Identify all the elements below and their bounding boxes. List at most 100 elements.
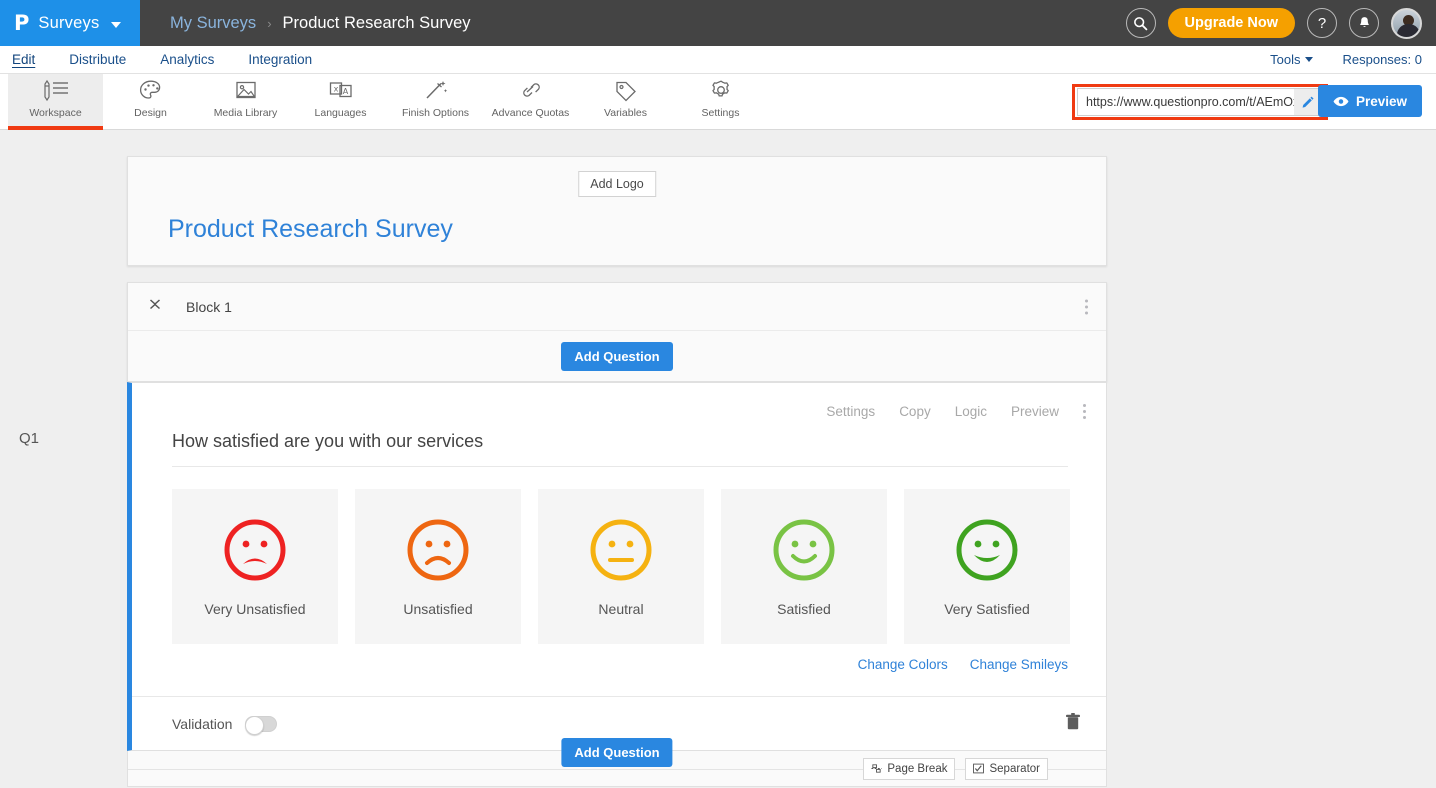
svg-text:x: x (333, 85, 338, 94)
sad-face-icon (405, 517, 471, 583)
toolbar-item-media-library[interactable]: Media Library (198, 74, 293, 129)
nav-right-group: Tools Responses: 0 (1270, 52, 1422, 67)
happy-face-icon (771, 517, 837, 583)
block-add-question-row: Add Question (128, 331, 1106, 381)
preview-survey-button[interactable]: Preview (1318, 85, 1422, 117)
upgrade-now-button[interactable]: Upgrade Now (1168, 8, 1295, 38)
tab-edit[interactable]: Edit (12, 53, 35, 67)
brand-label: Surveys (38, 14, 99, 33)
smiley-customize-links: Change Colors Change Smileys (132, 644, 1106, 672)
footer-insert-group: Page Break Separator (863, 758, 1048, 780)
header-actions: Upgrade Now ? (1126, 0, 1422, 46)
rating-option-neutral[interactable]: Neutral (538, 489, 704, 644)
rating-label: Neutral (598, 601, 643, 617)
main-nav: Edit Distribute Analytics Integration To… (0, 46, 1436, 74)
very-sad-face-icon (222, 517, 288, 583)
link-icon (518, 79, 544, 103)
brand-home-link[interactable]: P Surveys (0, 0, 140, 46)
breadcrumb: My Surveys › Product Research Survey (170, 14, 471, 33)
separator-label: Separator (989, 763, 1040, 775)
smiley-rating-scale: Very Unsatisfied Unsatisfied (132, 467, 1106, 644)
workspace-icon (41, 79, 71, 103)
avatar[interactable] (1391, 8, 1422, 39)
rating-label: Unsatisfied (403, 601, 472, 617)
rating-option-very-unsatisfied[interactable]: Very Unsatisfied (172, 489, 338, 644)
svg-text:A: A (342, 87, 348, 96)
breadcrumb-current: Product Research Survey (283, 14, 471, 33)
tab-distribute[interactable]: Distribute (69, 53, 126, 67)
toolbar-label: Variables (604, 107, 647, 119)
search-icon (1133, 16, 1148, 31)
validation-toggle[interactable] (245, 716, 277, 732)
rating-label: Very Unsatisfied (204, 601, 305, 617)
question-footer-bar: Add Question Page Break Separator (127, 751, 1107, 787)
question-mark-icon: ? (1318, 15, 1326, 32)
chevron-down-icon[interactable] (111, 22, 121, 28)
rating-label: Satisfied (777, 601, 831, 617)
image-icon (233, 79, 259, 103)
palette-icon (138, 79, 164, 103)
separator-button[interactable]: Separator (965, 758, 1048, 780)
rating-option-very-satisfied[interactable]: Very Satisfied (904, 489, 1070, 644)
survey-url-field[interactable]: https://www.questionpro.com/t/AEmOxa (1077, 88, 1323, 116)
add-logo-button[interactable]: Add Logo (578, 171, 656, 197)
question-card: Settings Copy Logic Preview How satisfie… (127, 382, 1107, 751)
survey-sheet: Add Logo Product Research Survey Block 1… (127, 156, 1107, 787)
tab-integration[interactable]: Integration (248, 53, 312, 67)
add-question-button-top[interactable]: Add Question (561, 342, 672, 371)
rating-option-satisfied[interactable]: Satisfied (721, 489, 887, 644)
responses-count: Responses: 0 (1343, 52, 1423, 67)
toolbar-label: Advance Quotas (492, 107, 570, 119)
wand-icon (423, 79, 449, 103)
toolbar-label: Finish Options (402, 107, 469, 119)
toolbar-item-settings[interactable]: Settings (673, 74, 768, 129)
page-break-label: Page Break (887, 763, 947, 775)
toolbar-item-languages[interactable]: x A Languages (293, 74, 388, 129)
toolbar-item-advance-quotas[interactable]: Advance Quotas (483, 74, 578, 129)
question-copy-link[interactable]: Copy (899, 404, 931, 419)
block-menu-button[interactable] (1085, 299, 1088, 314)
toolbar-item-design[interactable]: Design (103, 74, 198, 129)
chevron-down-icon (1305, 57, 1313, 62)
questionpro-logo-icon: P (14, 13, 29, 34)
page-break-icon (871, 763, 882, 774)
rating-option-unsatisfied[interactable]: Unsatisfied (355, 489, 521, 644)
separator-icon (973, 763, 984, 774)
collapse-chevrons-icon[interactable] (148, 296, 162, 317)
question-settings-link[interactable]: Settings (826, 404, 875, 419)
very-happy-face-icon (954, 517, 1020, 583)
add-question-button-bottom[interactable]: Add Question (561, 738, 672, 767)
survey-url-highlight: https://www.questionpro.com/t/AEmOxa (1072, 84, 1328, 120)
question-logic-link[interactable]: Logic (955, 404, 987, 419)
toolbar-item-finish-options[interactable]: Finish Options (388, 74, 483, 129)
rating-label: Very Satisfied (944, 601, 1030, 617)
change-colors-link[interactable]: Change Colors (858, 657, 948, 672)
help-button[interactable]: ? (1307, 8, 1337, 38)
toolbar-label: Media Library (214, 107, 278, 119)
gear-icon (708, 79, 734, 103)
breadcrumb-my-surveys[interactable]: My Surveys (170, 14, 256, 33)
toolbar-item-workspace[interactable]: Workspace (8, 74, 103, 129)
tag-icon (613, 79, 639, 103)
toolbar-label: Workspace (29, 107, 81, 119)
change-smileys-link[interactable]: Change Smileys (970, 657, 1068, 672)
translate-icon: x A (327, 79, 355, 103)
survey-url-text: https://www.questionpro.com/t/AEmOxa (1078, 95, 1294, 109)
tab-analytics[interactable]: Analytics (160, 53, 214, 67)
survey-title[interactable]: Product Research Survey (168, 215, 453, 244)
breadcrumb-separator-icon: › (267, 16, 271, 31)
notifications-button[interactable] (1349, 8, 1379, 38)
tools-menu[interactable]: Tools (1270, 52, 1312, 67)
block-name[interactable]: Block 1 (186, 299, 232, 315)
toolbar-item-variables[interactable]: Variables (578, 74, 673, 129)
question-menu-button[interactable] (1083, 404, 1086, 419)
app-header: P Surveys My Surveys › Product Research … (0, 0, 1436, 46)
page-break-button[interactable]: Page Break (863, 758, 955, 780)
editor-toolbar: Workspace Design Media Library x A Langu… (0, 74, 1436, 130)
question-preview-link[interactable]: Preview (1011, 404, 1059, 419)
block-header: Block 1 (128, 283, 1106, 331)
search-button[interactable] (1126, 8, 1156, 38)
question-text[interactable]: How satisfied are you with our services (132, 423, 1106, 466)
delete-question-button[interactable] (1066, 713, 1080, 735)
bell-icon (1358, 16, 1371, 30)
